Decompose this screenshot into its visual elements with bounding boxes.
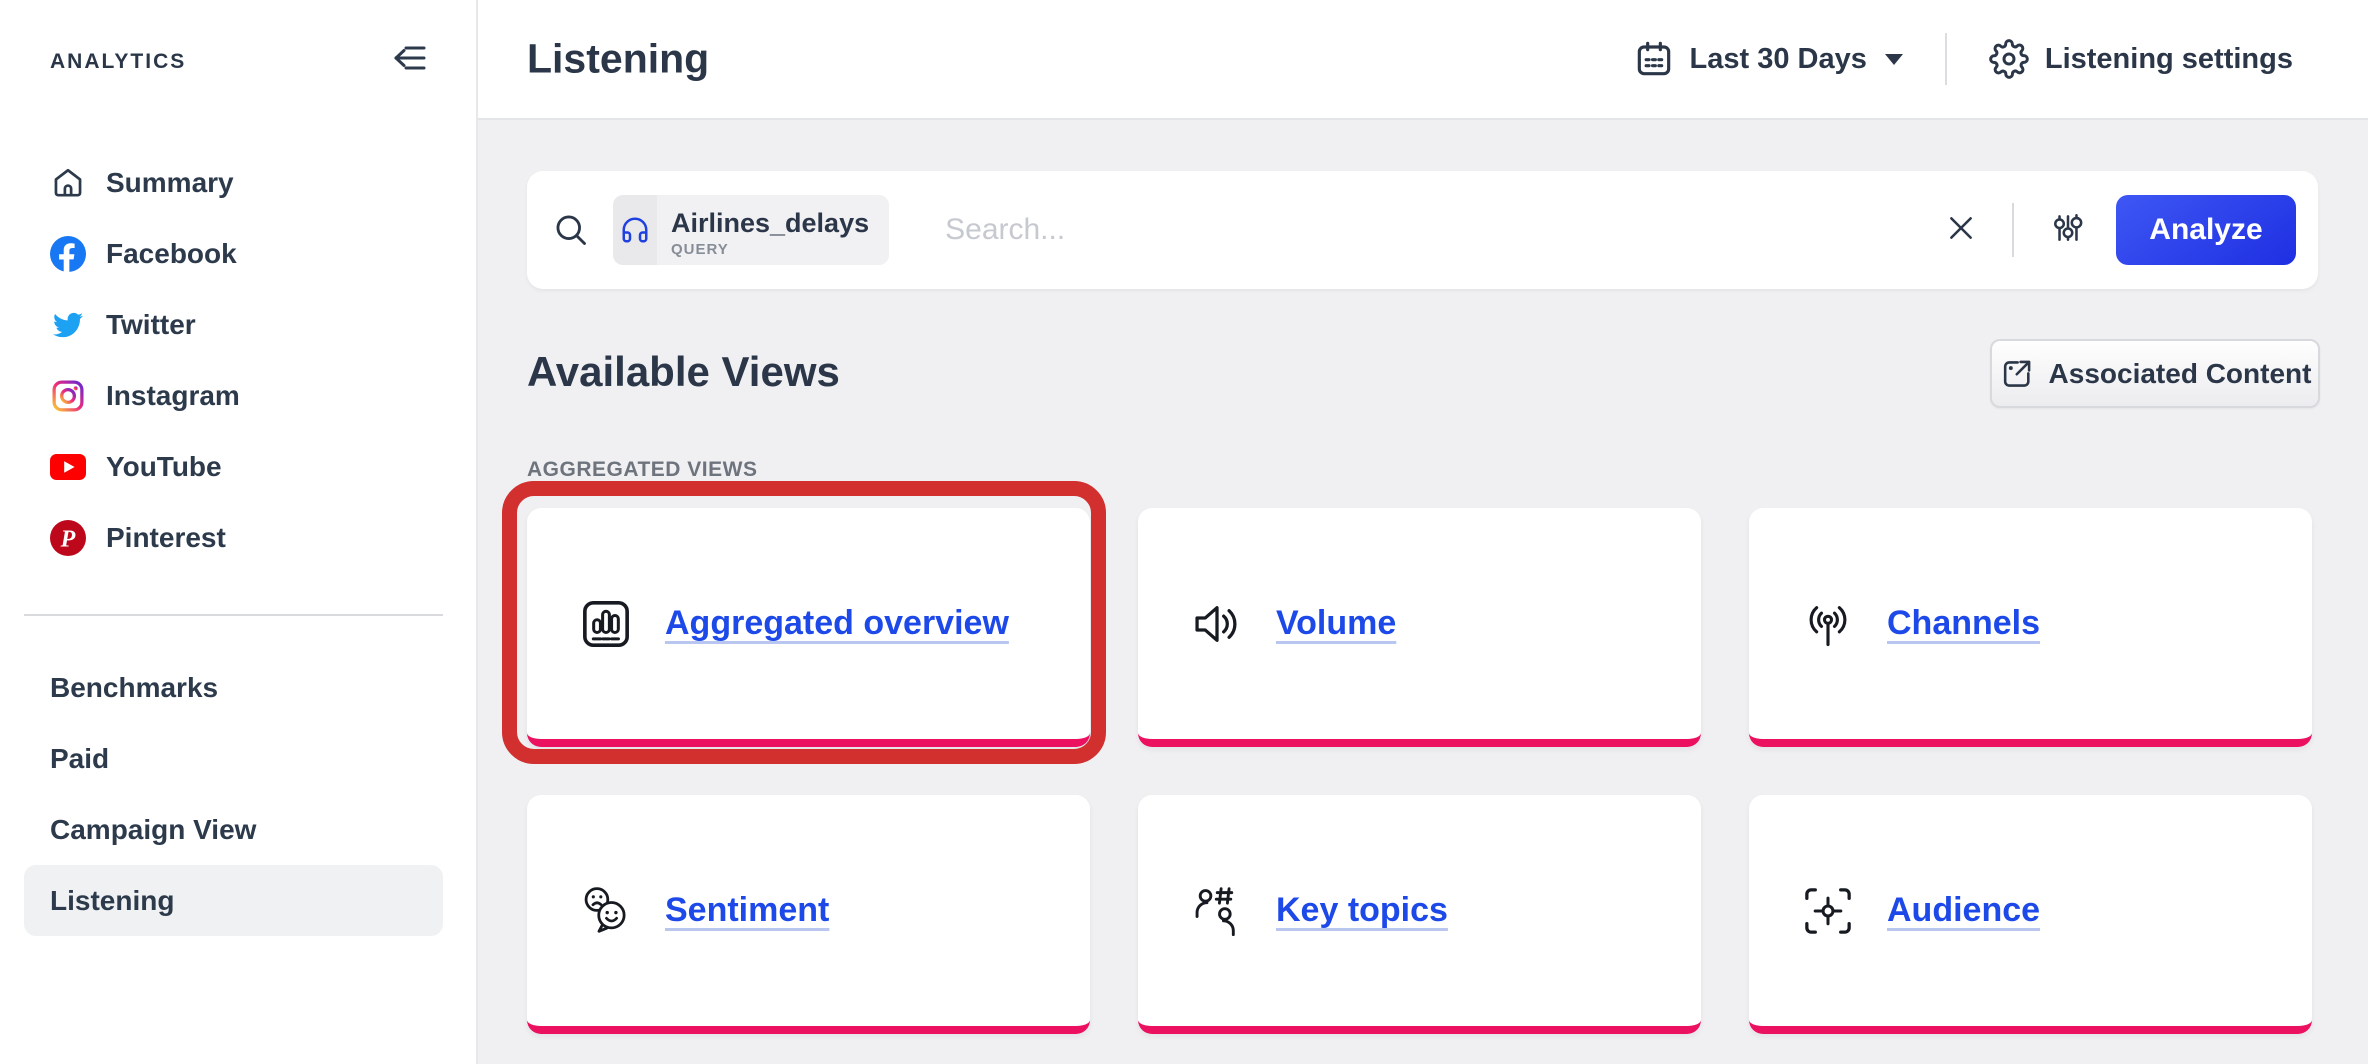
facebook-icon: [50, 236, 86, 272]
associated-content-label: Associated Content: [2049, 358, 2312, 390]
sidebar-item-label: Summary: [106, 167, 234, 199]
sidebar-item-label: Campaign View: [50, 814, 256, 846]
sidebar-item-campaign-view[interactable]: Campaign View: [24, 794, 443, 865]
volume-link[interactable]: Volume: [1276, 604, 1396, 643]
key-topics-icon: [1188, 882, 1246, 940]
collapse-sidebar-icon: [392, 43, 428, 78]
sidebar-item-label: Twitter: [106, 309, 196, 341]
main-content: Airlines_delays QUERY: [478, 120, 2368, 1064]
associated-content-icon: [1999, 356, 2035, 392]
audience-link[interactable]: Audience: [1887, 891, 2040, 930]
card-aggregated-overview[interactable]: Aggregated overview: [527, 508, 1090, 747]
card-audience[interactable]: Audience: [1749, 795, 2312, 1034]
page-title: Listening: [527, 36, 709, 83]
audience-focus-icon: [1799, 882, 1857, 940]
top-bar-controls: Last 30 Days Listening settings: [1634, 0, 2293, 118]
available-views-heading: Available Views: [527, 348, 840, 396]
home-icon: [50, 165, 86, 201]
sidebar-item-label: Listening: [50, 885, 174, 917]
twitter-icon: [50, 307, 86, 343]
sidebar-item-label: Pinterest: [106, 522, 226, 554]
sidebar-item-label: Facebook: [106, 238, 237, 270]
key-topics-link[interactable]: Key topics: [1276, 891, 1448, 930]
card-channels[interactable]: Channels: [1749, 508, 2312, 747]
sidebar-primary-nav: Summary Facebook Twitter: [0, 147, 476, 573]
sidebar: ANALYTICS Summar: [0, 0, 478, 1064]
analytics-app: ANALYTICS Summar: [0, 0, 2368, 1064]
clear-search-button[interactable]: [1946, 213, 1976, 248]
listening-settings-label: Listening settings: [2045, 43, 2293, 76]
instagram-icon: [50, 378, 86, 414]
sidebar-divider: [24, 614, 443, 616]
filters-button[interactable]: [2050, 210, 2086, 251]
top-bar: Listening Last 30 Days: [478, 0, 2368, 120]
speaker-icon: [1188, 595, 1246, 653]
sidebar-item-instagram[interactable]: Instagram: [0, 360, 476, 431]
gear-icon: [1989, 39, 2029, 79]
query-chip-name: Airlines_delays: [671, 208, 869, 238]
sidebar-item-label: YouTube: [106, 451, 222, 483]
sidebar-item-label: Benchmarks: [50, 672, 218, 704]
svg-text:P: P: [60, 526, 76, 552]
views-cards-grid: Aggregated overview Volume: [527, 508, 2312, 1034]
bar-chart-icon: [577, 595, 635, 653]
sentiment-link[interactable]: Sentiment: [665, 891, 829, 930]
query-chip-type: QUERY: [671, 241, 869, 258]
analyze-button[interactable]: Analyze: [2116, 195, 2296, 265]
sidebar-item-youtube[interactable]: YouTube: [0, 431, 476, 502]
aggregated-views-group-label: AGGREGATED VIEWS: [527, 458, 757, 482]
search-bar: Airlines_delays QUERY: [527, 171, 2318, 289]
search-input[interactable]: [945, 213, 1946, 247]
sidebar-item-label: Instagram: [106, 380, 240, 412]
collapse-sidebar-button[interactable]: [388, 38, 432, 82]
search-bar-divider: [2012, 203, 2014, 257]
calendar-icon: [1634, 39, 1674, 79]
top-bar-divider: [1945, 33, 1947, 85]
query-chip-text: Airlines_delays QUERY: [657, 195, 889, 265]
sidebar-item-summary[interactable]: Summary: [0, 147, 476, 218]
pinterest-icon: P: [50, 520, 86, 556]
date-range-label: Last 30 Days: [1690, 43, 1867, 76]
sliders-icon: [2050, 210, 2086, 251]
youtube-icon: [50, 449, 86, 485]
search-icon: [553, 212, 589, 248]
card-key-topics[interactable]: Key topics: [1138, 795, 1701, 1034]
antenna-icon: [1799, 595, 1857, 653]
channels-link[interactable]: Channels: [1887, 604, 2040, 643]
sidebar-item-label: Paid: [50, 743, 109, 775]
headphones-icon: [613, 195, 657, 265]
query-chip[interactable]: Airlines_delays QUERY: [613, 195, 889, 265]
sidebar-item-facebook[interactable]: Facebook: [0, 218, 476, 289]
caret-down-icon: [1885, 54, 1903, 65]
sidebar-item-twitter[interactable]: Twitter: [0, 289, 476, 360]
card-volume[interactable]: Volume: [1138, 508, 1701, 747]
associated-content-button[interactable]: Associated Content: [1990, 339, 2320, 408]
card-sentiment[interactable]: Sentiment: [527, 795, 1090, 1034]
close-icon: [1946, 213, 1976, 248]
date-range-button[interactable]: Last 30 Days: [1634, 39, 1903, 79]
sidebar-secondary-nav: Benchmarks Paid Campaign View Listening: [0, 652, 476, 936]
aggregated-overview-link[interactable]: Aggregated overview: [665, 604, 1009, 643]
listening-settings-button[interactable]: Listening settings: [1989, 39, 2293, 79]
sidebar-item-pinterest[interactable]: P Pinterest: [0, 502, 476, 573]
sidebar-item-benchmarks[interactable]: Benchmarks: [24, 652, 443, 723]
sidebar-item-listening[interactable]: Listening: [24, 865, 443, 936]
analytics-section-label: ANALYTICS: [50, 50, 186, 74]
sidebar-item-paid[interactable]: Paid: [24, 723, 443, 794]
sentiment-faces-icon: [577, 882, 635, 940]
